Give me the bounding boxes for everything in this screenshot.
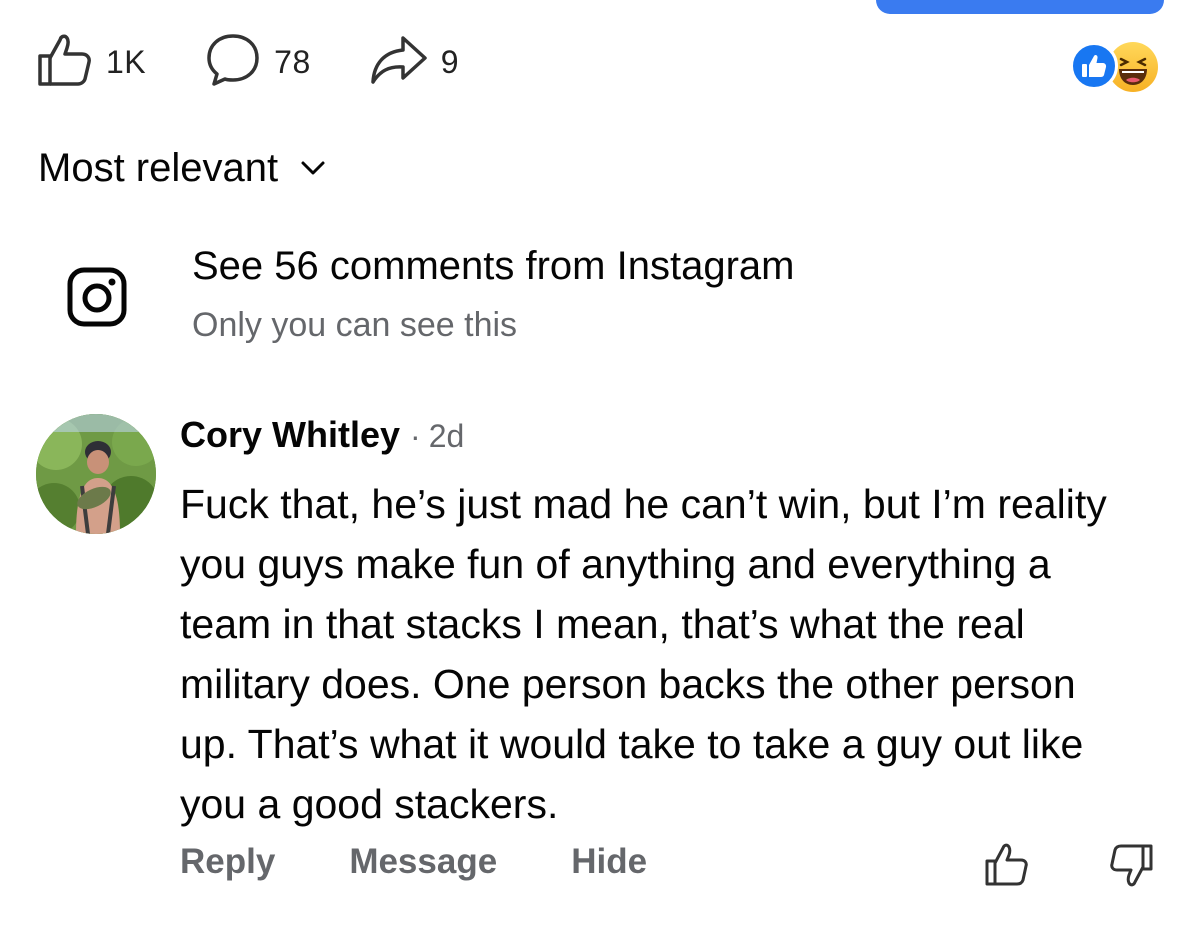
instagram-icon (66, 266, 128, 333)
reactions-summary[interactable] (1070, 40, 1170, 92)
comment-header: Cory Whitley · 2d (180, 414, 1160, 462)
sort-label: Most relevant (38, 146, 279, 190)
instagram-comments-subtitle: Only you can see this (192, 306, 518, 344)
comment-actions: Reply Message Hide (180, 842, 721, 882)
reply-button[interactable]: Reply (180, 842, 275, 882)
comment-action[interactable]: 78 (204, 32, 311, 93)
like-count: 1K (106, 43, 147, 80)
thumbs-up-icon (36, 32, 94, 93)
hide-button[interactable]: Hide (571, 842, 647, 882)
thumbs-up-icon (984, 843, 1030, 892)
comment-author[interactable]: Cory Whitley (180, 414, 400, 456)
avatar[interactable] (36, 414, 156, 534)
top-action-button[interactable] (876, 0, 1164, 14)
thumbs-down-icon (1108, 844, 1154, 892)
comment-timestamp[interactable]: 2d (429, 418, 465, 455)
downvote-button[interactable] (1108, 842, 1154, 893)
comment-count: 78 (274, 43, 311, 80)
like-action[interactable]: 1K (36, 32, 146, 93)
separator-dot: · (410, 418, 421, 454)
instagram-comments-title: See 56 comments from Instagram (192, 244, 795, 288)
comment: Cory Whitley · 2d Fuck that, he’s just m… (180, 414, 1160, 834)
comment-bubble-icon (204, 32, 262, 93)
post-actions-row: 1K 78 9 (36, 32, 517, 93)
message-button[interactable]: Message (349, 842, 497, 882)
share-action[interactable]: 9 (369, 32, 459, 93)
chevron-down-icon (300, 160, 326, 181)
share-arrow-icon (369, 32, 429, 93)
comment-body: Fuck that, he’s just mad he can’t win, b… (180, 481, 1107, 827)
like-reaction-icon (1070, 42, 1118, 90)
share-count: 9 (440, 43, 460, 80)
sort-dropdown[interactable]: Most relevant (38, 146, 326, 191)
upvote-button[interactable] (984, 842, 1030, 893)
